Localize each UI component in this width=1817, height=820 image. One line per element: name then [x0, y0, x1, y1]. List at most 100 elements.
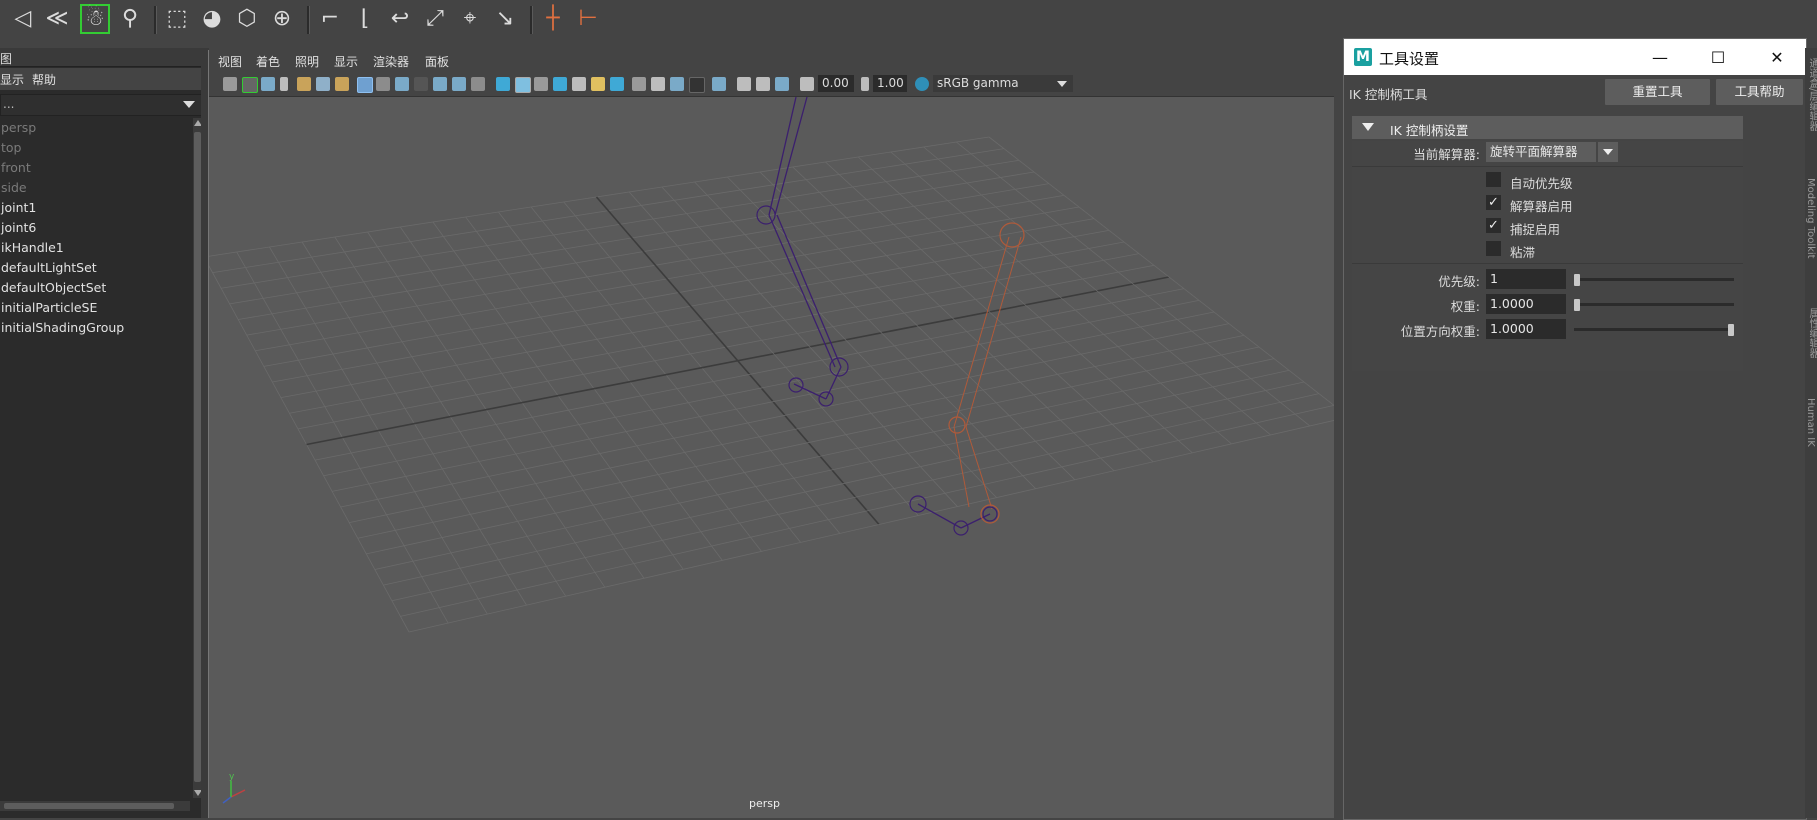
side-tab-channel-box[interactable]: 通道盒/层编辑器: [1805, 58, 1817, 131]
menu-help[interactable]: 帮助: [32, 71, 56, 88]
textured-icon[interactable]: [572, 77, 586, 91]
menu-display[interactable]: 显示: [0, 71, 24, 88]
solver-enable-checkbox[interactable]: ✓: [1486, 195, 1501, 210]
2d-pan-zoom-icon[interactable]: [316, 77, 330, 91]
menu-view[interactable]: 视图: [218, 53, 242, 70]
xray-active-icon[interactable]: [756, 77, 770, 91]
xray-icon[interactable]: [737, 77, 751, 91]
shade-selected-icon[interactable]: [534, 77, 548, 91]
tool-help-button[interactable]: 工具帮助: [1716, 79, 1803, 105]
priority-slider-handle[interactable]: [1574, 274, 1580, 286]
gate-mask-icon[interactable]: [414, 77, 428, 91]
list-item[interactable]: side: [0, 178, 192, 198]
grid-icon[interactable]: [357, 77, 373, 93]
auto-priority-checkbox[interactable]: [1486, 172, 1501, 187]
outliner-horizontal-scrollbar[interactable]: [0, 801, 190, 811]
outliner-filter-dropdown[interactable]: ...: [0, 94, 202, 116]
color-space-dropdown[interactable]: sRGB gamma: [933, 75, 1073, 92]
anti-aliasing-icon[interactable]: [670, 77, 684, 91]
gamma-icon[interactable]: [861, 77, 869, 91]
ik-spline-icon[interactable]: ≪: [42, 4, 72, 34]
po-weight-field[interactable]: 1.0000: [1486, 319, 1566, 339]
skeleton-icon[interactable]: ⚲: [115, 4, 145, 34]
viewport-panel[interactable]: 视图 着色 照明 显示 渲染器 面板 0.00 1.00 sRGB gamma …: [208, 50, 1336, 818]
list-item[interactable]: ikHandle1: [0, 238, 192, 258]
image-plane-icon[interactable]: [297, 77, 311, 91]
title-bar[interactable]: M 工具设置 — ☐ ✕: [1344, 39, 1806, 75]
weight-field[interactable]: 1.0000: [1486, 294, 1566, 314]
menu-shading[interactable]: 着色: [256, 53, 280, 70]
isolate-select-icon[interactable]: [712, 77, 726, 91]
paint-weights-icon[interactable]: ⌐: [315, 4, 345, 34]
ik-handle-icon[interactable]: ⌊: [350, 4, 380, 34]
shadows-icon[interactable]: [610, 77, 624, 91]
weight-slider[interactable]: [1574, 303, 1734, 306]
ik-handle-settings-section[interactable]: IK 控制柄设置: [1352, 116, 1743, 139]
solver-dropdown[interactable]: 旋转平面解算器: [1486, 142, 1618, 162]
safe-title-icon[interactable]: [471, 77, 485, 91]
snap-enable-checkbox[interactable]: ✓: [1486, 218, 1501, 233]
po-weight-slider-handle[interactable]: [1728, 324, 1734, 336]
list-item[interactable]: defaultObjectSet: [0, 278, 192, 298]
film-gate-icon[interactable]: [376, 77, 390, 91]
depth-of-field-icon[interactable]: [689, 77, 705, 93]
smooth-bind-icon[interactable]: ◕: [197, 4, 227, 34]
priority-field[interactable]: 1: [1486, 269, 1566, 289]
human-ik-icon[interactable]: ☃: [80, 4, 110, 34]
menu-lighting[interactable]: 照明: [295, 53, 319, 70]
scroll-thumb[interactable]: [194, 132, 201, 782]
smooth-shade-icon[interactable]: [515, 77, 531, 93]
resolution-gate-icon[interactable]: [395, 77, 409, 91]
list-item[interactable]: persp: [0, 118, 192, 138]
ik-spline-handle-icon[interactable]: ↩: [385, 4, 415, 34]
solver-dropdown-arrow[interactable]: [1598, 142, 1618, 162]
side-tab-attribute-editor[interactable]: 属性编辑器: [1805, 308, 1817, 358]
menu-show[interactable]: 显示: [334, 53, 358, 70]
list-item[interactable]: joint6: [0, 218, 192, 238]
list-item[interactable]: top: [0, 138, 192, 158]
gamma-field[interactable]: 1.00: [873, 75, 907, 92]
field-chart-icon[interactable]: [433, 77, 447, 91]
select-camera-icon[interactable]: [223, 77, 237, 91]
po-weight-slider[interactable]: [1574, 328, 1734, 331]
list-item[interactable]: initialParticleSE: [0, 298, 192, 318]
insert-joint-icon[interactable]: ⤢: [420, 4, 450, 34]
maximize-icon[interactable]: ☐: [1689, 39, 1747, 75]
wireframe-icon[interactable]: [496, 77, 510, 91]
wireframe-on-shaded-icon[interactable]: [553, 77, 567, 91]
lattice-icon[interactable]: ⬡: [232, 4, 262, 34]
mirror-joint-icon[interactable]: ⌖: [455, 4, 485, 34]
xray-joints-icon[interactable]: [775, 77, 789, 91]
bookmark-icon[interactable]: [261, 77, 275, 91]
joint[interactable]: [948, 416, 966, 434]
list-item[interactable]: joint1: [0, 198, 192, 218]
scroll-thumb[interactable]: [4, 803, 174, 809]
lights-icon[interactable]: [591, 77, 605, 91]
minimize-icon[interactable]: —: [1631, 39, 1689, 75]
motion-blur-icon[interactable]: [651, 77, 665, 91]
safe-action-icon[interactable]: [452, 77, 466, 91]
constraint-icon[interactable]: ┼: [538, 4, 568, 34]
menu-renderer[interactable]: 渲染器: [373, 53, 409, 70]
color-management-icon[interactable]: [915, 77, 929, 91]
priority-slider[interactable]: [1574, 278, 1734, 281]
camera-attributes-icon[interactable]: [242, 77, 258, 93]
aim-constraint-icon[interactable]: ⊢: [573, 4, 603, 34]
side-tab-modeling-toolkit[interactable]: Modeling Toolkit: [1805, 178, 1816, 259]
menu-panels[interactable]: 面板: [425, 53, 449, 70]
side-tab-human-ik[interactable]: Human IK: [1805, 398, 1816, 447]
cluster-icon[interactable]: ⊕: [267, 4, 297, 34]
list-item[interactable]: front: [0, 158, 192, 178]
ambient-occlusion-icon[interactable]: [632, 77, 646, 91]
viewport-canvas[interactable]: y: [209, 97, 1335, 818]
grease-pencil-icon[interactable]: [335, 77, 349, 91]
weight-slider-handle[interactable]: [1574, 299, 1580, 311]
reset-tool-button[interactable]: 重置工具: [1605, 79, 1710, 105]
exposure-icon[interactable]: [800, 77, 814, 91]
outliner-tab[interactable]: 图: [0, 50, 12, 67]
camera-bookmark-icon[interactable]: [280, 77, 288, 91]
close-icon[interactable]: ✕: [1748, 39, 1806, 75]
bind-skin-icon[interactable]: ⬚: [162, 4, 192, 34]
list-item[interactable]: initialShadingGroup: [0, 318, 192, 338]
list-item[interactable]: defaultLightSet: [0, 258, 192, 278]
